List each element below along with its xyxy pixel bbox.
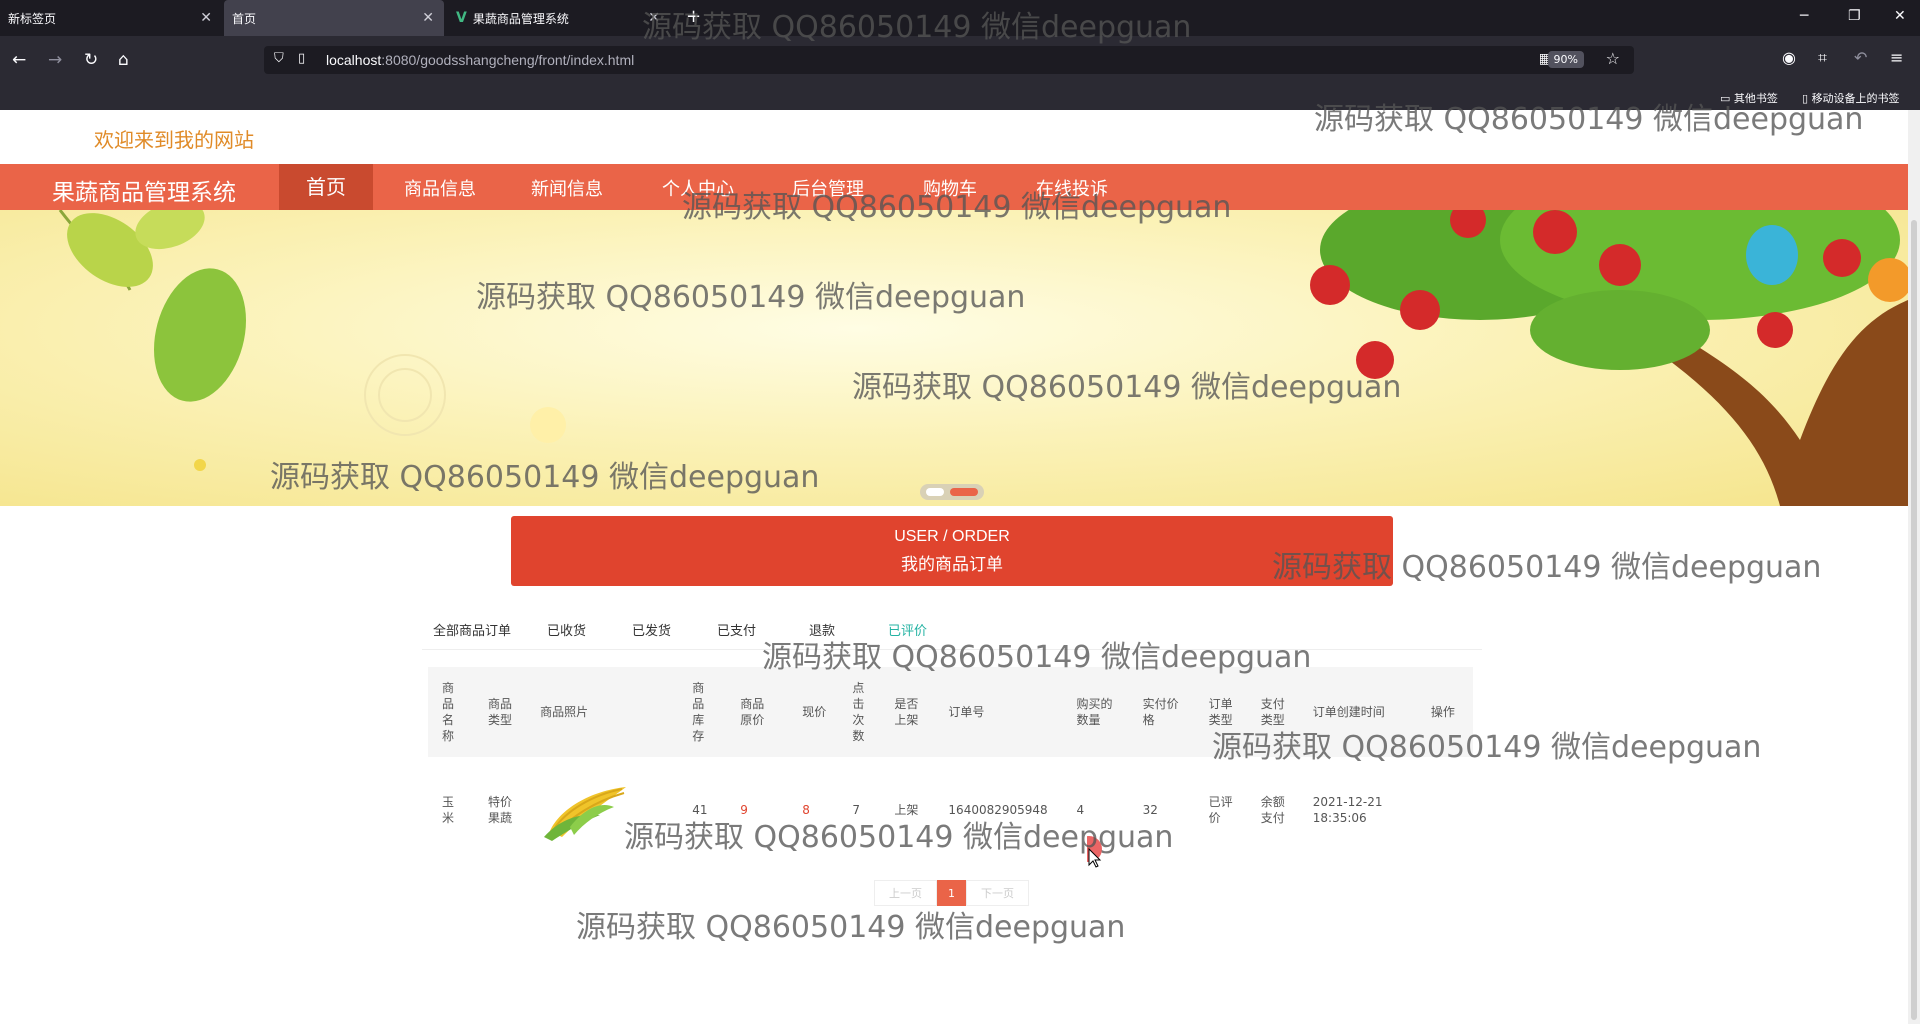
cell-order-type: 已评价 [1208,795,1233,825]
crop-icon[interactable]: ⌗ [1818,48,1827,68]
page-icon: ▯ [298,51,306,66]
cell-pay-type: 余额支付 [1260,795,1285,825]
scrollbar-thumb[interactable] [1911,220,1917,1020]
minimize-button[interactable]: ─ [1800,8,1808,24]
watermark-text: 源码获取 QQ86050149 微信deepguan [642,10,1192,45]
col-header: 购买的数量 [1062,667,1129,757]
home-icon[interactable]: ⌂ [118,50,129,70]
address-bar[interactable]: ⛉ ▯ localhost:8080/goodsshangcheng/front… [264,46,1634,74]
watermark-text: 源码获取 QQ86050149 微信deepguan [682,190,1232,225]
watermark-text: 源码获取 QQ86050149 微信deepguan [762,640,1312,675]
col-header: 是否上架 [880,667,935,757]
tab-received[interactable]: 已收货 [547,620,586,639]
tab-title: 首页 [232,11,257,26]
watermark-text: 源码获取 QQ86050149 微信deepguan [624,820,1174,855]
close-window-button[interactable]: ✕ [1894,8,1906,24]
undo-icon[interactable]: ↶ [1854,48,1867,67]
order-header-en: USER / ORDER [894,528,1010,545]
back-icon[interactable]: ← [12,50,26,70]
tab-all-orders[interactable]: 全部商品订单 [433,620,511,639]
reload-icon[interactable]: ↻ [84,50,98,70]
cell-type: 特价果蔬 [488,795,513,825]
page-scrollbar[interactable] [1908,110,1920,1024]
cell-created: 2021-12-21 18:35:06 [1312,795,1383,825]
welcome-text: 欢迎来到我的网站 [94,128,254,152]
cell-name: 玉米 [442,795,455,825]
menu-item-home[interactable]: 首页 [279,164,373,210]
restore-button[interactable]: ❐ [1848,8,1861,24]
watermark-text: 源码获取 QQ86050149 微信deepguan [1272,550,1822,585]
forward-icon[interactable]: → [48,50,62,70]
tab-title: 新标签页 [8,11,57,26]
col-header: 现价 [788,667,839,757]
site-brand: 果蔬商品管理系统 [52,180,236,206]
col-header: 商品类型 [474,667,527,757]
corn-image [544,787,627,841]
watermark-text: 源码获取 QQ86050149 微信deepguan [576,910,1126,945]
carousel-indicator[interactable] [920,484,984,500]
order-header-cn: 我的商品订单 [901,555,1003,575]
tab-new-tab[interactable]: 新标签页 ✕ [0,0,222,36]
carousel-dot-active[interactable] [950,488,978,496]
tab-home[interactable]: 首页 ✕ [224,0,444,36]
col-header: 商品名称 [428,667,475,757]
watermark-text: 源码获取 QQ86050149 微信deepguan [1212,730,1762,765]
watermark-text: 源码获取 QQ86050149 微信deepguan [852,370,1402,405]
col-header: 订单号 [934,667,1063,757]
tab-system[interactable]: V 果蔬商品管理系统 ✕ [448,0,670,36]
zoom-level[interactable]: 90% [1547,51,1584,68]
col-header: 实付价格 [1128,667,1195,757]
url-text[interactable]: localhost:8080/goodsshangcheng/front/ind… [326,52,634,68]
vue-logo-icon: V [456,10,467,26]
bookmark-star-icon[interactable]: ☆ [1606,49,1620,68]
col-header: 商品照片 [526,667,679,757]
extension-icon[interactable]: ◉ [1782,48,1796,67]
menu-item-news[interactable]: 新闻信息 [531,175,603,201]
order-section-header: USER / ORDER 我的商品订单 [511,516,1393,586]
menu-icon[interactable]: ≡ [1890,48,1903,67]
close-icon[interactable]: ✕ [200,10,212,26]
tab-title: 果蔬商品管理系统 [472,11,569,26]
shield-icon[interactable]: ⛉ [274,51,284,66]
col-header: 商品库存 [678,667,727,757]
carousel-dot[interactable] [926,488,944,496]
watermark-text: 源码获取 QQ86050149 微信deepguan [270,460,820,495]
watermark-text: 源码获取 QQ86050149 微信deepguan [476,280,1026,315]
cell-action[interactable] [1417,757,1473,863]
tab-shipped[interactable]: 已发货 [632,620,671,639]
col-header: 商品原价 [726,667,789,757]
menu-item-goods[interactable]: 商品信息 [404,175,476,201]
close-icon[interactable]: ✕ [422,10,434,26]
col-header: 点击次数 [838,667,881,757]
tab-paid[interactable]: 已支付 [717,620,756,639]
watermark-text: 源码获取 QQ86050149 微信deepguan [1314,102,1864,137]
